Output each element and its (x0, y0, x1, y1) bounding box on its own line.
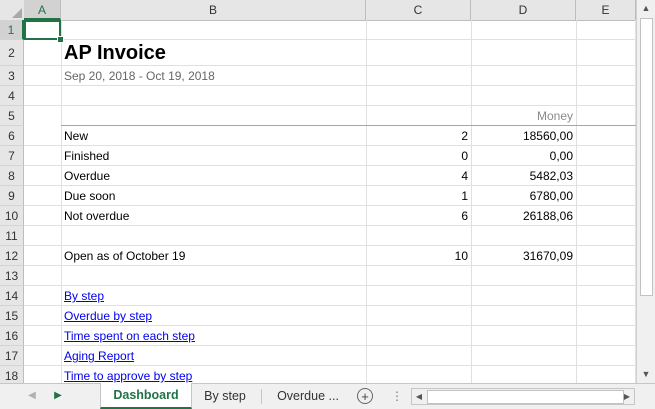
row-header[interactable]: 17 (0, 346, 24, 366)
vertical-scrollbar[interactable]: ▲ ▼ (636, 0, 655, 383)
scroll-left-arrow-icon[interactable]: ◀ (412, 389, 426, 404)
horizontal-scrollbar[interactable]: ◀ ▶ (411, 388, 635, 405)
column-header-row: A B C D E (0, 0, 636, 21)
scroll-down-arrow-icon[interactable]: ▼ (637, 366, 655, 383)
row-header[interactable]: 5 (0, 106, 24, 126)
column-header-a[interactable]: A (24, 0, 61, 20)
tab-prev-arrow-icon[interactable]: ◀ (24, 388, 40, 404)
row-header[interactable]: 8 (0, 166, 24, 186)
split-handle-dots-icon[interactable]: ⋮ (391, 388, 403, 404)
row-header[interactable]: 6 (0, 126, 24, 146)
sheet-tab-bar: ◀ ▶ Dashboard By step Overdue ... + ⋮ ◀ … (0, 383, 655, 409)
stat-money-not-overdue: 26188,06 (522, 209, 573, 223)
row-header[interactable]: 16 (0, 326, 24, 346)
open-count: 10 (454, 249, 468, 263)
cell-area[interactable]: AP Invoice Sep 20, 2018 - Oct 19, 2018 M… (24, 20, 636, 383)
row-header[interactable]: 13 (0, 266, 24, 286)
stat-count-not-overdue: 6 (461, 209, 468, 223)
stat-label-overdue: Overdue (64, 169, 111, 183)
stat-label-finished: Finished (64, 149, 110, 163)
row-header[interactable]: 4 (0, 86, 24, 106)
stat-label-due-soon: Due soon (64, 189, 116, 203)
column-header-e[interactable]: E (576, 0, 636, 20)
money-column-header: Money (536, 109, 573, 123)
column-header-b[interactable]: B (61, 0, 366, 20)
select-all-triangle-icon (12, 8, 22, 18)
row-header[interactable]: 18 (0, 366, 24, 383)
selected-cell-a1[interactable] (24, 20, 61, 40)
column-header-d[interactable]: D (471, 0, 576, 20)
fill-handle[interactable] (57, 36, 64, 43)
tab-by-step[interactable]: By step (194, 384, 256, 409)
spreadsheet-grid: A B C D E 1 2 3 4 5 6 7 8 9 10 11 12 13 … (0, 0, 636, 383)
stat-label-not-overdue: Not overdue (64, 209, 130, 223)
gridline (576, 20, 577, 383)
row-header[interactable]: 14 (0, 286, 24, 306)
link-aging-report[interactable]: Aging Report (61, 346, 366, 366)
stat-money-new: 18560,00 (522, 129, 573, 143)
stat-money-finished: 0,00 (549, 149, 573, 163)
stat-count-due-soon: 1 (461, 189, 468, 203)
row-header[interactable]: 11 (0, 226, 24, 246)
stat-label-new: New (64, 129, 89, 143)
row-header[interactable]: 1 (0, 20, 24, 40)
tab-next-arrow-icon[interactable]: ▶ (50, 388, 66, 404)
stat-count-new: 2 (461, 129, 468, 143)
select-all-corner[interactable] (0, 0, 25, 20)
row-header[interactable]: 9 (0, 186, 24, 206)
row-header[interactable]: 2 (0, 40, 24, 66)
tab-overdue[interactable]: Overdue ... (268, 384, 348, 409)
open-money: 31670,09 (522, 249, 573, 263)
vertical-scroll-thumb[interactable] (640, 18, 653, 296)
row-header[interactable]: 10 (0, 206, 24, 226)
stat-count-overdue: 4 (461, 169, 468, 183)
link-time-spent-each-step[interactable]: Time spent on each step (61, 326, 366, 346)
report-title: AP Invoice (64, 42, 166, 64)
stat-money-due-soon: 6780,00 (529, 189, 573, 203)
row-header[interactable]: 7 (0, 146, 24, 166)
report-date-range: Sep 20, 2018 - Oct 19, 2018 (64, 69, 215, 83)
scroll-right-arrow-icon[interactable]: ▶ (620, 389, 634, 404)
link-by-step[interactable]: By step (61, 286, 366, 306)
row-header[interactable]: 12 (0, 246, 24, 266)
link-time-to-approve-by-step[interactable]: Time to approve by step (61, 366, 366, 383)
stat-count-finished: 0 (461, 149, 468, 163)
row-header[interactable]: 3 (0, 66, 24, 86)
horizontal-scroll-thumb[interactable] (427, 390, 624, 404)
row-header[interactable]: 15 (0, 306, 24, 326)
stat-money-overdue: 5482,03 (529, 169, 573, 183)
open-label: Open as of October 19 (64, 249, 186, 263)
link-overdue-by-step[interactable]: Overdue by step (61, 306, 366, 326)
column-header-c[interactable]: C (366, 0, 471, 20)
add-sheet-plus-icon[interactable]: + (357, 388, 373, 404)
tab-dashboard[interactable]: Dashboard (100, 383, 192, 409)
tab-separator (261, 389, 262, 404)
scroll-up-arrow-icon[interactable]: ▲ (637, 0, 655, 17)
